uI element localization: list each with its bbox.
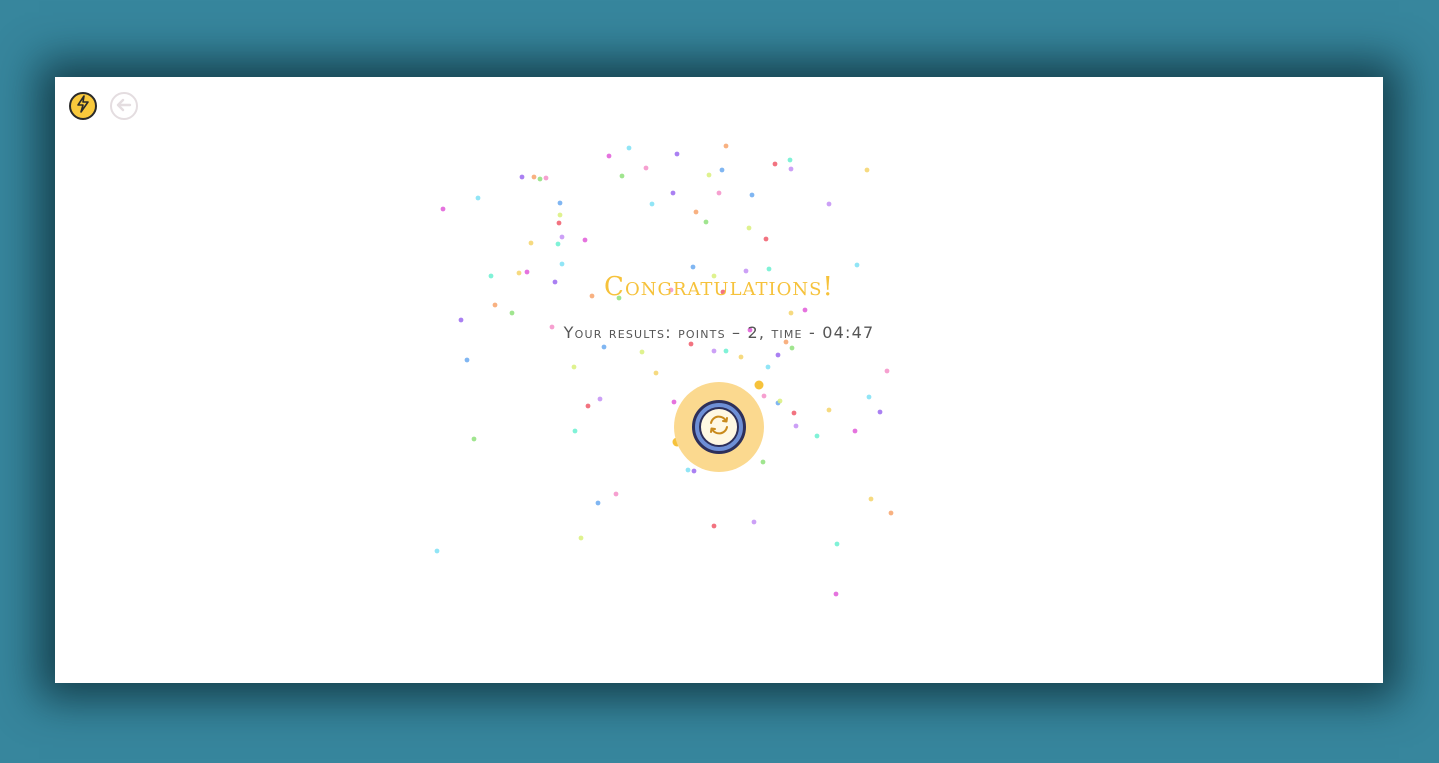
confetti-dot (703, 219, 709, 225)
confetti-dot (595, 500, 601, 506)
confetti-dot (543, 175, 549, 181)
confetti-dot (578, 535, 584, 541)
confetti-dot (434, 548, 440, 554)
congratulations-title: Congratulations! (604, 272, 834, 302)
confetti-dot (749, 192, 755, 198)
confetti-dot (557, 212, 563, 218)
confetti-dot (772, 161, 778, 167)
confetti-dot (557, 200, 563, 206)
confetti-dot (852, 428, 858, 434)
confetti-dot (556, 220, 562, 226)
confetti-dot (866, 394, 872, 400)
restart-core (699, 407, 739, 447)
confetti-accent-dot (754, 380, 764, 390)
confetti-dot (868, 496, 874, 502)
confetti-dot (723, 348, 729, 354)
confetti-dot (766, 266, 772, 272)
confetti-dot (458, 317, 464, 323)
hint-button[interactable] (69, 92, 97, 120)
confetti-dot (585, 403, 591, 409)
confetti-dot (760, 459, 766, 465)
back-button[interactable] (110, 92, 138, 120)
confetti-dot (793, 423, 799, 429)
confetti-dot (833, 591, 839, 597)
confetti-dot (643, 165, 649, 171)
confetti-dot (789, 345, 795, 351)
confetti-dot (519, 174, 525, 180)
confetti-dot (775, 352, 781, 358)
confetti-dot (723, 143, 729, 149)
confetti-dot (788, 310, 794, 316)
confetti-dot (691, 468, 697, 474)
game-panel: Congratulations! Your results: points – … (55, 77, 1383, 683)
confetti-dot (763, 236, 769, 242)
confetti-dot (690, 264, 696, 270)
confetti-dot (693, 209, 699, 215)
confetti-dot (716, 190, 722, 196)
confetti-dot (765, 364, 771, 370)
confetti-svg (434, 143, 894, 597)
confetti-dot (537, 176, 543, 182)
confetti (55, 77, 1383, 683)
confetti-dot (685, 467, 691, 473)
confetti-dot (639, 349, 645, 355)
confetti-dot (619, 173, 625, 179)
confetti-dot (475, 195, 481, 201)
confetti-dot (582, 237, 588, 243)
confetti-dot (688, 341, 694, 347)
confetti-dot (670, 190, 676, 196)
confetti-dot (528, 240, 534, 246)
confetti-dot (884, 368, 890, 374)
confetti-dot (719, 167, 725, 173)
confetti-dot (571, 364, 577, 370)
confetti-dot (706, 172, 712, 178)
restart-button[interactable] (674, 382, 764, 472)
confetti-dot (671, 399, 677, 405)
confetti-dot (597, 396, 603, 402)
confetti-dot (559, 261, 565, 267)
confetti-dot (613, 491, 619, 497)
confetti-dot (559, 234, 565, 240)
confetti-dot (572, 428, 578, 434)
confetti-dot (791, 410, 797, 416)
confetti-dot (777, 398, 783, 404)
confetti-dot (854, 262, 860, 268)
confetti-dot (601, 344, 607, 350)
confetti-dot (738, 354, 744, 360)
confetti-dot (711, 348, 717, 354)
confetti-dot (761, 393, 767, 399)
confetti-dot (606, 153, 612, 159)
confetti-dot (751, 519, 757, 525)
confetti-dot (864, 167, 870, 173)
confetti-dot (834, 541, 840, 547)
confetti-dot (464, 357, 470, 363)
confetti-dot (649, 201, 655, 207)
confetti-dot (775, 400, 781, 406)
confetti-dot (888, 510, 894, 516)
confetti-dot (711, 523, 717, 529)
confetti-dot (492, 302, 498, 308)
confetti-dot (626, 145, 632, 151)
confetti-dot (826, 407, 832, 413)
confetti-dot (787, 157, 793, 163)
confetti-dot (802, 307, 808, 313)
confetti-dot (471, 436, 477, 442)
restart-ring (692, 400, 746, 454)
confetti-dot (653, 370, 659, 376)
confetti-dot (826, 201, 832, 207)
refresh-icon (706, 412, 732, 442)
confetti-dot (440, 206, 446, 212)
back-arrow-icon (116, 97, 132, 116)
lightning-icon (76, 95, 90, 117)
confetti-dot (555, 241, 561, 247)
confetti-dot (788, 166, 794, 172)
confetti-dot (746, 225, 752, 231)
results-text: Your results: points – 2, time - 04:47 (563, 323, 875, 342)
confetti-dot (877, 409, 883, 415)
confetti-dot (531, 174, 537, 180)
confetti-dot (674, 151, 680, 157)
confetti-dot (509, 310, 515, 316)
confetti-dot (814, 433, 820, 439)
